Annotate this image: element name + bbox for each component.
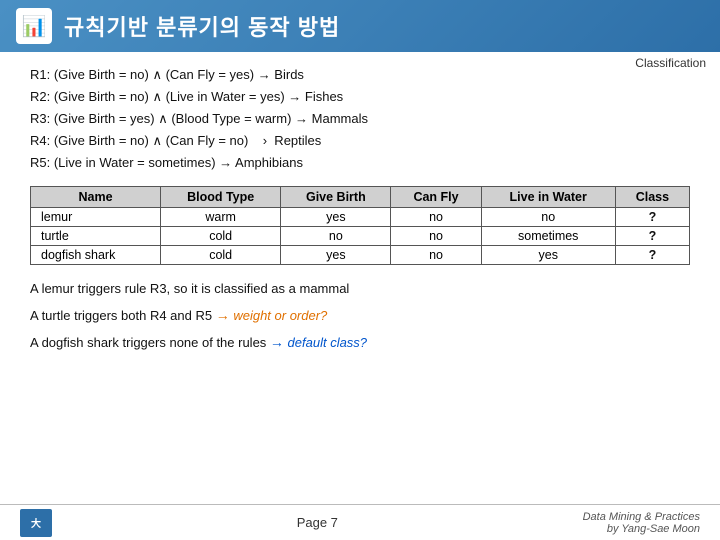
university-logo: 大: [20, 509, 52, 537]
data-table-wrapper: Name Blood Type Give Birth Can Fly Live …: [30, 186, 690, 265]
col-class: Class: [615, 187, 689, 208]
credit-line1: Data Mining & Practices: [583, 511, 700, 523]
cell-name: dogfish shark: [31, 246, 161, 265]
cell-blood-type: warm: [161, 208, 281, 227]
cell-class: ?: [615, 227, 689, 246]
rule-r2: R2: (Give Birth = no) ∧ (Live in Water =…: [30, 86, 690, 108]
cell-can-fly: no: [391, 246, 481, 265]
rule-r5: R5: (Live in Water = sometimes) → Amphib…: [30, 152, 690, 174]
rule-r3: R3: (Give Birth = yes) ∧ (Blood Type = w…: [30, 108, 690, 130]
cell-give-birth: yes: [281, 246, 391, 265]
cell-name: turtle: [31, 227, 161, 246]
cell-live-in-water: yes: [481, 246, 615, 265]
analysis-section: A lemur triggers rule R3, so it is class…: [30, 277, 690, 355]
cell-live-in-water: no: [481, 208, 615, 227]
cell-can-fly: no: [391, 208, 481, 227]
cell-name: lemur: [31, 208, 161, 227]
slide-footer: 大 Page 7 Data Mining & Practices by Yang…: [0, 504, 720, 540]
default-class-text: default class?: [288, 335, 368, 350]
col-name: Name: [31, 187, 161, 208]
footer-logo: 大: [20, 509, 52, 537]
analysis-turtle: A turtle triggers both R4 and R5 → weigh…: [30, 302, 690, 329]
cell-can-fly: no: [391, 227, 481, 246]
col-can-fly: Can Fly: [391, 187, 481, 208]
arrow-icon-blue: →: [270, 334, 284, 350]
cell-blood-type: cold: [161, 246, 281, 265]
rule-r1: R1: (Give Birth = no) ∧ (Can Fly = yes) …: [30, 64, 690, 86]
classification-label: Classification: [635, 56, 706, 70]
svg-text:大: 大: [31, 517, 41, 530]
table-row: turtle cold no no sometimes ?: [31, 227, 690, 246]
rules-section: R1: (Give Birth = no) ∧ (Can Fly = yes) …: [30, 64, 690, 174]
data-table: Name Blood Type Give Birth Can Fly Live …: [30, 186, 690, 265]
page-number: Page 7: [297, 515, 338, 530]
main-content: R1: (Give Birth = no) ∧ (Can Fly = yes) …: [0, 52, 720, 366]
analysis-lemur: A lemur triggers rule R3, so it is class…: [30, 277, 690, 302]
slide-title: 규칙기반 분류기의 동작 방법: [64, 10, 340, 42]
cell-class: ?: [615, 208, 689, 227]
col-live-in-water: Live in Water: [481, 187, 615, 208]
cell-class: ?: [615, 246, 689, 265]
cell-live-in-water: sometimes: [481, 227, 615, 246]
credit-line2: by Yang-Sae Moon: [607, 523, 700, 535]
analysis-dogfish: A dogfish shark triggers none of the rul…: [30, 329, 690, 356]
cell-blood-type: cold: [161, 227, 281, 246]
col-blood-type: Blood Type: [161, 187, 281, 208]
arrow-icon-orange: →: [216, 307, 230, 323]
rule-r4: R4: (Give Birth = no) ∧ (Can Fly = no) ›…: [30, 130, 690, 152]
cell-give-birth: no: [281, 227, 391, 246]
footer-credit: Data Mining & Practices by Yang-Sae Moon: [583, 511, 700, 535]
table-row: lemur warm yes no no ?: [31, 208, 690, 227]
header-icon: 📊: [16, 8, 52, 44]
table-row: dogfish shark cold yes no yes ?: [31, 246, 690, 265]
slide-header: 📊 규칙기반 분류기의 동작 방법: [0, 0, 720, 52]
col-give-birth: Give Birth: [281, 187, 391, 208]
weight-order-text: weight or order?: [233, 308, 327, 323]
cell-give-birth: yes: [281, 208, 391, 227]
logo-svg: 大: [22, 511, 50, 535]
